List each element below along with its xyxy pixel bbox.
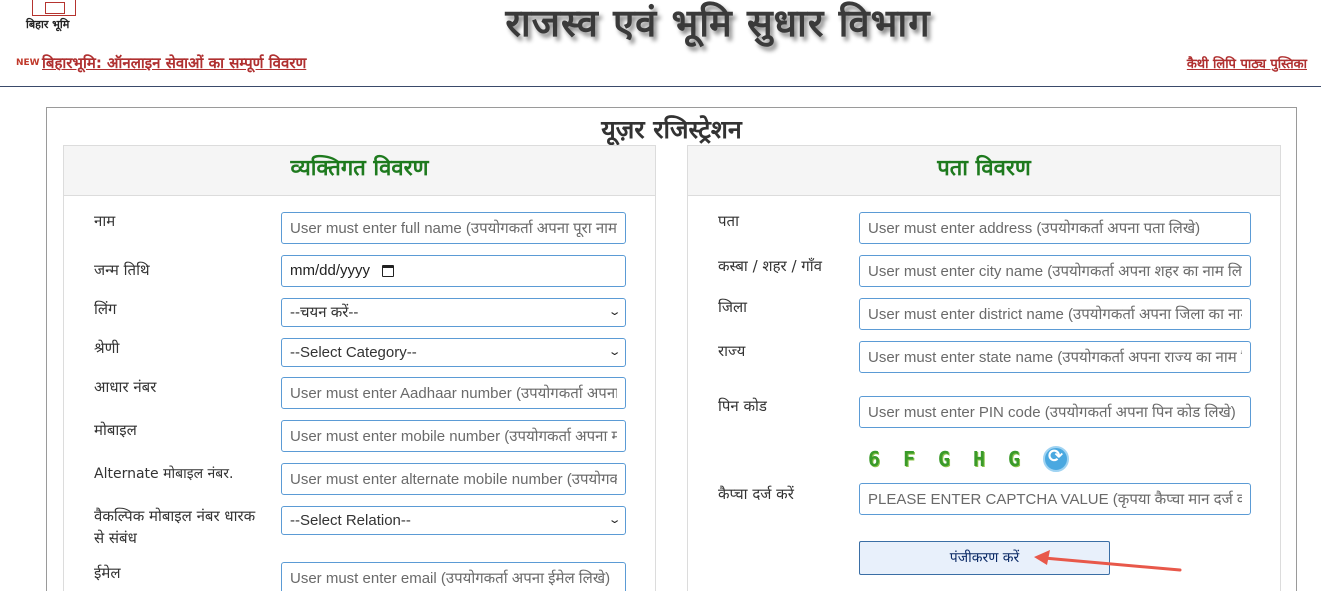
address-details-panel: पता विवरण पता कस्बा / शहर / गाँव जिला रा…: [687, 145, 1281, 591]
form-title: यूज़र रजिस्ट्रेशन: [601, 115, 742, 144]
gender-select[interactable]: --चयन करें-- ⌄: [281, 298, 626, 327]
chevron-down-icon: ⌄: [607, 514, 622, 526]
dob-date-input[interactable]: mm/dd/yyyy: [281, 255, 626, 287]
relation-select-value: --Select Relation--: [290, 512, 411, 529]
address-label: पता: [718, 212, 739, 230]
services-link-group: NEW बिहारभूमि: ऑनलाइन सेवाओं का सम्पूर्ण…: [16, 53, 306, 73]
pincode-input[interactable]: [859, 396, 1251, 428]
captcha-refresh-icon[interactable]: [1043, 446, 1069, 472]
gender-select-value: --चयन करें--: [290, 304, 359, 321]
site-title: राजस्व एवं भूमि सुधार विभाग: [505, 1, 931, 45]
header-divider: [0, 86, 1321, 87]
category-label: श्रेणी: [94, 339, 120, 357]
new-badge: NEW: [16, 58, 40, 68]
email-input[interactable]: [281, 562, 626, 591]
relation-select[interactable]: --Select Relation-- ⌄: [281, 506, 626, 535]
dob-label: जन्म तिथि: [94, 261, 150, 279]
personal-details-panel: व्यक्तिगत विवरण नाम जन्म तिथि mm/dd/yyyy…: [63, 145, 656, 591]
address-details-heading: पता विवरण: [688, 146, 1280, 196]
email-label: ईमेल: [94, 564, 121, 582]
category-select-value: --Select Category--: [290, 344, 417, 361]
kaithi-booklet-link[interactable]: कैथी लिपि पाठ्य पुस्तिका: [1187, 54, 1307, 72]
captcha-image: 6 F G H G: [868, 446, 1069, 472]
aadhaar-input[interactable]: [281, 377, 626, 409]
state-input[interactable]: [859, 341, 1251, 373]
address-input[interactable]: [859, 212, 1251, 244]
city-input[interactable]: [859, 255, 1251, 287]
pincode-label: पिन कोड: [718, 397, 767, 415]
city-label: कस्बा / शहर / गाँव: [718, 257, 822, 275]
district-input[interactable]: [859, 298, 1251, 330]
pointer-arrow-icon: [1034, 550, 1182, 572]
gender-label: लिंग: [94, 300, 117, 318]
district-label: जिला: [718, 298, 748, 316]
captcha-label: कैप्चा दर्ज करें: [718, 485, 794, 503]
calendar-icon[interactable]: [382, 265, 395, 277]
name-label: नाम: [94, 212, 116, 230]
dob-value: mm/dd/yyyy: [290, 262, 371, 279]
captcha-char: 6: [868, 447, 881, 471]
mobile-input[interactable]: [281, 420, 626, 452]
alternate-mobile-input[interactable]: [281, 463, 626, 495]
captcha-char: G: [938, 447, 951, 471]
relation-label: वैकल्पिक मोबाइल नंबर धारक से संबंध: [94, 507, 256, 547]
chevron-down-icon: ⌄: [607, 306, 622, 318]
chevron-down-icon: ⌄: [607, 346, 622, 358]
registration-form: यूज़र रजिस्ट्रेशन व्यक्तिगत विवरण नाम जन…: [46, 107, 1297, 591]
full-name-input[interactable]: [281, 212, 626, 244]
personal-details-heading: व्यक्तिगत विवरण: [64, 146, 655, 196]
category-select[interactable]: --Select Category-- ⌄: [281, 338, 626, 367]
aadhaar-label: आधार नंबर: [94, 378, 157, 396]
mobile-label: मोबाइल: [94, 421, 137, 439]
captcha-input[interactable]: [859, 483, 1251, 515]
alternate-mobile-label: Alternate मोबाइल नंबर.: [94, 466, 234, 482]
captcha-char: F: [903, 447, 916, 471]
captcha-char: G: [1008, 447, 1021, 471]
state-label: राज्य: [718, 342, 746, 360]
services-overview-link[interactable]: बिहारभूमि: ऑनलाइन सेवाओं का सम्पूर्ण विव…: [42, 53, 306, 73]
captcha-char: H: [973, 447, 986, 471]
